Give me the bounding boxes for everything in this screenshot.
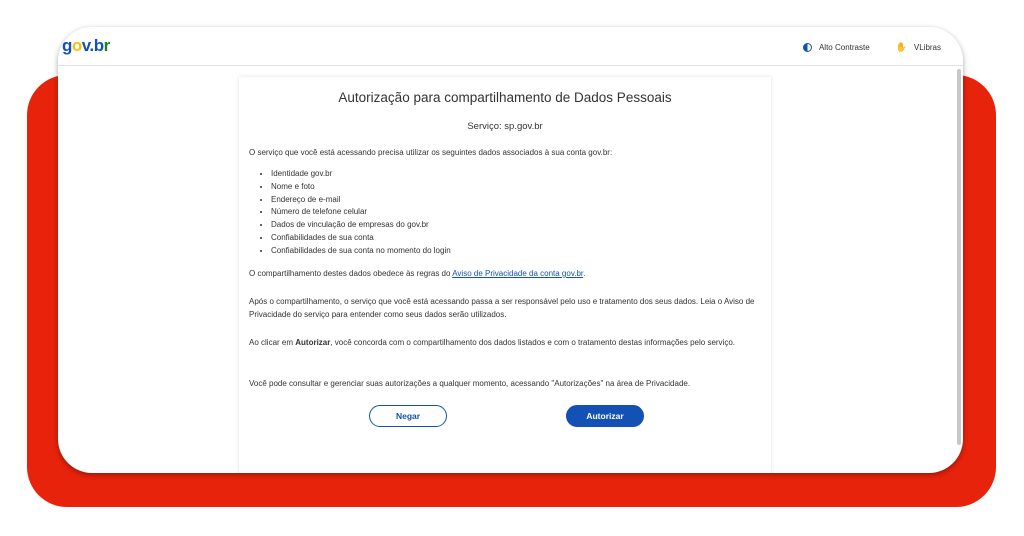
list-item: Confiabilidades de sua conta no momento … (271, 245, 451, 258)
logo-letter-o: o (71, 36, 82, 55)
logo-letter-g: g (62, 36, 72, 55)
high-contrast-toggle[interactable]: Alto Contraste (802, 42, 870, 53)
logo-letter-b: b (93, 36, 104, 55)
list-item: Número de telefone celular (271, 206, 451, 219)
vlibras-label: VLibras (913, 43, 941, 52)
list-item: Endereço de e-mail (271, 194, 451, 207)
manage-text: Você pode consultar e gerenciar suas aut… (249, 379, 691, 388)
consent-prefix: Ao clicar em (249, 338, 296, 347)
privacy-notice-link[interactable]: Aviso de Privacidade da conta gov.br (452, 269, 583, 278)
list-item: Identidade gov.br (271, 168, 451, 181)
after-sharing-text: Após o compartilhamento, o serviço que v… (249, 297, 755, 319)
data-list: Identidade gov.br Nome e foto Endereço d… (249, 168, 451, 258)
header-actions: Alto Contraste ✋ VLibras (802, 42, 941, 53)
service-name: Serviço: sp.gov.br (467, 121, 543, 132)
authorize-button[interactable]: Autorizar (566, 405, 644, 427)
deny-button[interactable]: Negar (369, 405, 447, 427)
page-title: Autorização para compartilhamento de Dad… (338, 90, 672, 105)
authorization-card: Autorização para compartilhamento de Dad… (239, 77, 771, 473)
privacy-suffix: . (583, 269, 586, 278)
privacy-prefix: O compartilhamento destes dados obedece … (249, 269, 453, 278)
govbr-logo[interactable]: gov.br (62, 36, 110, 56)
intro-text: O serviço que você está acessando precis… (249, 148, 613, 157)
list-item: Dados de vinculação de empresas do gov.b… (271, 219, 451, 232)
consent-suffix: , você concorda com o compartilhamento d… (330, 338, 736, 347)
list-item: Confiabilidades de sua conta (271, 232, 451, 245)
vlibras-button[interactable]: ✋ VLibras (896, 42, 941, 53)
scrollbar[interactable] (957, 69, 961, 445)
contrast-icon (802, 43, 812, 52)
browser-window: gov.br Alto Contraste ✋ VLibras Autoriza… (58, 27, 963, 473)
logo-letter-r: r (103, 36, 111, 55)
consent-bold: Autorizar (295, 338, 331, 347)
hands-icon: ✋ (895, 42, 907, 52)
privacy-paragraph: O compartilhamento destes dados obedece … (249, 267, 764, 280)
list-item: Nome e foto (271, 181, 451, 194)
high-contrast-label: Alto Contraste (818, 43, 870, 52)
consent-paragraph: Ao clicar em Autorizar, você concorda co… (249, 336, 764, 349)
header-bar: gov.br Alto Contraste ✋ VLibras (58, 27, 963, 66)
